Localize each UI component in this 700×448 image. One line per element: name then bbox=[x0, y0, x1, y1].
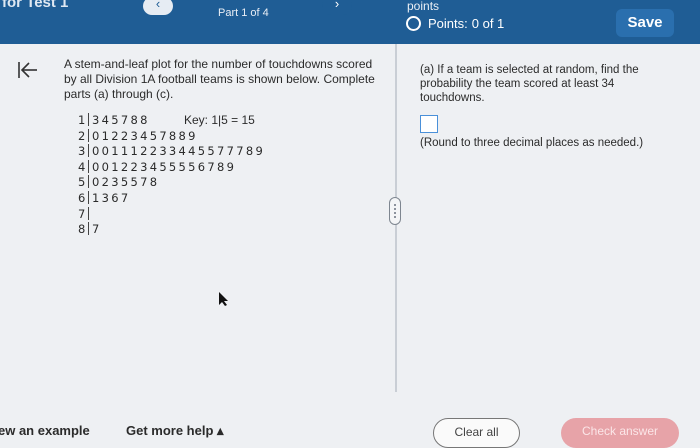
part-indicator: Part 1 of 4 bbox=[218, 7, 269, 19]
clear-all-button[interactable]: Clear all bbox=[433, 418, 520, 448]
answer-input[interactable] bbox=[420, 115, 438, 133]
points-value: 0 of 1 bbox=[471, 16, 505, 31]
next-question-button[interactable]: › bbox=[322, 0, 352, 15]
save-button[interactable]: Save bbox=[616, 9, 674, 37]
question-prompt: A stem-and-leaf plot for the number of t… bbox=[64, 57, 375, 101]
points-status: Points: 0 of 1 bbox=[406, 16, 504, 31]
plot-key: Key: 1|5 = 15 bbox=[184, 113, 255, 127]
resize-handle-icon[interactable] bbox=[389, 197, 401, 225]
chevron-left-icon: ‹ bbox=[155, 0, 161, 11]
chevron-right-icon: › bbox=[334, 0, 340, 11]
previous-question-button[interactable]: ‹ bbox=[143, 0, 173, 15]
check-answer-button[interactable]: Check answer bbox=[561, 418, 679, 448]
assignment-title: for Test 1 bbox=[2, 0, 69, 11]
stem-row: 3 001112233445577789 bbox=[78, 144, 266, 159]
points-caption: points bbox=[407, 0, 440, 13]
question-part-a: (a) If a team is selected at random, fin… bbox=[420, 64, 639, 104]
rounding-instruction: (Round to three decimal places as needed… bbox=[420, 137, 644, 149]
radio-ring-icon bbox=[406, 16, 421, 31]
stem-row: 2 01223457889 bbox=[78, 128, 198, 143]
stem-row: 6 1367 bbox=[78, 190, 131, 205]
get-more-help-link[interactable]: Get more help ▴ bbox=[126, 423, 224, 439]
back-to-start-icon[interactable] bbox=[17, 61, 39, 84]
mouse-cursor-icon bbox=[218, 291, 230, 312]
stem-row: 4 001223455556789 bbox=[78, 159, 237, 174]
stem-row: 87 bbox=[78, 222, 102, 237]
stem-row: 7 bbox=[78, 206, 265, 223]
points-label: Points: bbox=[428, 16, 468, 31]
header-bar: for Test 1 ‹ Part 1 of 4 › points Points… bbox=[0, 0, 700, 44]
stem-and-leaf-plot: 1 345788 2 01223457889 3 001112233445577789… bbox=[78, 113, 265, 238]
stem-row: 5 0235578 bbox=[78, 175, 160, 190]
